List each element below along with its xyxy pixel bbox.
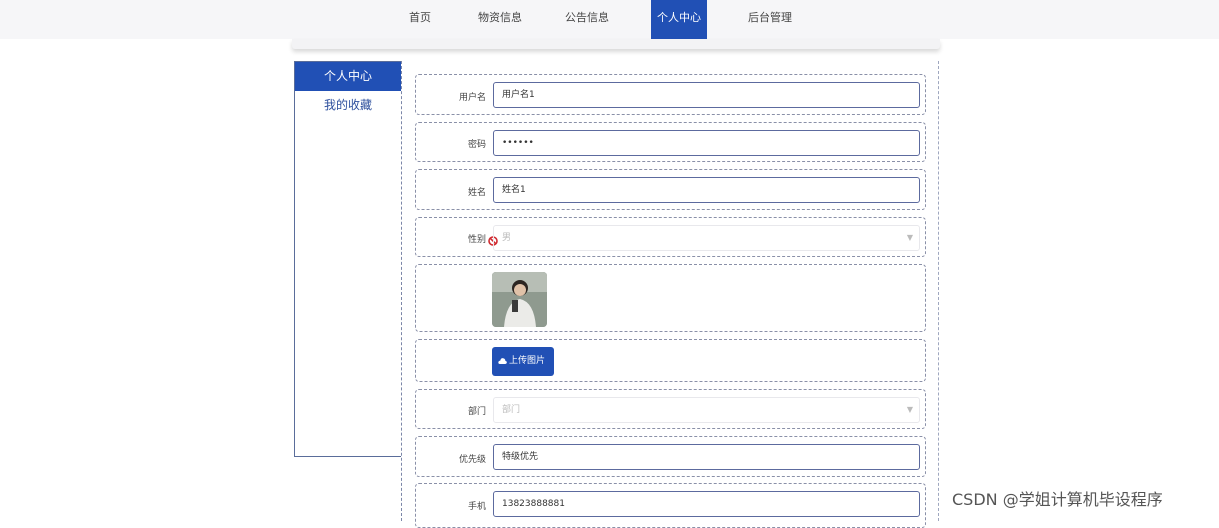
priority-label: 优先级 (458, 455, 486, 465)
department-label: 部门 (467, 407, 486, 417)
nav-item-announcements[interactable]: 公告信息 (557, 0, 617, 39)
avatar-image (492, 272, 547, 327)
top-nav: 首页 物资信息 公告信息 个人中心 后台管理 (0, 0, 1219, 39)
name-label: 姓名 (467, 188, 486, 198)
department-select[interactable]: 部门 ▼ (493, 397, 920, 423)
phone-label: 手机 (467, 502, 486, 512)
password-input[interactable]: •••••• (493, 130, 920, 156)
upload-image-label: 上传图片 (509, 356, 546, 366)
password-label: 密码 (467, 140, 486, 150)
gender-label: 性别 (467, 235, 486, 245)
form-row-gender: 性别 男 ▼ (415, 217, 926, 257)
chevron-down-icon: ▼ (906, 233, 913, 242)
gender-value: 男 (502, 233, 512, 243)
department-placeholder: 部门 (502, 405, 521, 415)
name-input[interactable]: 姓名1 (493, 177, 920, 203)
upload-image-button[interactable]: 上传图片 (492, 347, 554, 376)
nav-item-admin[interactable]: 后台管理 (740, 0, 800, 39)
chevron-down-icon: ▼ (906, 405, 913, 414)
form-row-phone: 手机 13823888881 (415, 483, 926, 528)
priority-input[interactable]: 特级优先 (493, 444, 920, 470)
sidebar-item-favorites[interactable]: 我的收藏 (295, 91, 401, 120)
username-input[interactable]: 用户名1 (493, 82, 920, 108)
avatar-photo (492, 272, 547, 327)
nav-item-supplies[interactable]: 物资信息 (470, 0, 530, 39)
form-row-avatar (415, 264, 926, 332)
header-banner (292, 39, 940, 49)
form-row-priority: 优先级 特级优先 (415, 436, 926, 477)
nav-item-home[interactable]: 首页 (398, 0, 442, 39)
phone-input[interactable]: 13823888881 (493, 491, 920, 517)
profile-form: 用户名 用户名1 密码 •••••• 姓名 姓名1 性别 男 ▼ 上传图片 部门… (401, 61, 939, 528)
form-row-name: 姓名 姓名1 (415, 169, 926, 210)
csdn-watermark: CSDN @学姐计算机毕设程序 (952, 490, 1163, 509)
sidebar-item-personal-center[interactable]: 个人中心 (295, 62, 401, 91)
form-row-password: 密码 •••••• (415, 122, 926, 162)
gender-select[interactable]: 男 ▼ (493, 225, 920, 251)
form-row-department: 部门 部门 ▼ (415, 389, 926, 429)
username-label: 用户名 (458, 93, 486, 103)
sidebar: 个人中心 我的收藏 (294, 61, 401, 457)
cloud-upload-icon (498, 358, 507, 364)
nav-item-personal-center[interactable]: 个人中心 (651, 0, 707, 39)
form-row-username: 用户名 用户名1 (415, 74, 926, 115)
form-row-upload: 上传图片 (415, 339, 926, 382)
